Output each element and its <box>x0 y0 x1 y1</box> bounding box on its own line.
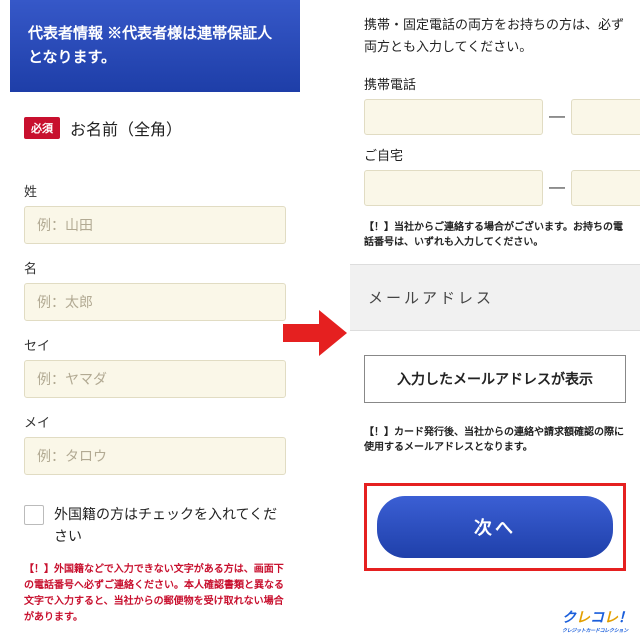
mobile-part2[interactable] <box>571 99 640 135</box>
arrow-right-icon <box>283 308 347 358</box>
section-title-text: お名前（全角） <box>70 116 182 140</box>
email-display-box: 入力したメールアドレスが表示 <box>364 355 626 403</box>
label-meikana: メイ <box>24 412 286 431</box>
email-section-header: メールアドレス <box>350 264 640 331</box>
dash-icon: — <box>549 108 565 126</box>
next-button[interactable]: 次へ <box>377 496 613 558</box>
mobile-phone-row: — — <box>350 99 640 135</box>
label-sei: 姓 <box>24 181 286 200</box>
mobile-label: 携帯電話 <box>350 64 640 99</box>
phone-note: 携帯・固定電話の両方をお持ちの方は、必ず両方とも入力してください。 <box>350 0 640 64</box>
next-button-highlight: 次へ <box>364 483 626 571</box>
dash-icon: — <box>549 179 565 197</box>
home-label: ご自宅 <box>350 135 640 170</box>
email-warning: 【！】カード発行後、当社からの連絡や請求額確認の際に使用するメールアドレスとなり… <box>350 411 640 469</box>
foreign-checkbox-label: 外国籍の方はチェックを入れてください <box>54 503 286 548</box>
logo-sub: クレジットカードコレクション <box>562 627 632 634</box>
panel-header: 代表者情報 ※代表者様は連帯保証人となります。 <box>10 0 300 92</box>
input-sei[interactable] <box>24 206 286 244</box>
mobile-part1[interactable] <box>364 99 543 135</box>
foreign-warning: 【！】外国籍などで入力できない文字がある方は、画面下の電話番号へ必ずご連絡くださ… <box>10 556 300 640</box>
home-phone-row: — — <box>350 170 640 206</box>
phone-warning: 【！】当社からご連絡する場合がございます。お持ちの電話番号は、いずれも入力してく… <box>350 206 640 264</box>
foreign-checkbox[interactable] <box>24 505 44 525</box>
right-panel: 携帯・固定電話の両方をお持ちの方は、必ず両方とも入力してください。 携帯電話 —… <box>350 0 640 640</box>
label-mei: 名 <box>24 258 286 277</box>
left-panel: 代表者情報 ※代表者様は連帯保証人となります。 必須 お名前（全角） 姓 名 セ… <box>10 0 300 640</box>
required-badge: 必須 <box>24 117 60 139</box>
site-logo: クレコレ！ クレジットカードコレクション <box>562 607 632 634</box>
input-mei[interactable] <box>24 283 286 321</box>
home-part1[interactable] <box>364 170 543 206</box>
label-seikana: セイ <box>24 335 286 354</box>
name-section-title: 必須 お名前（全角） <box>10 92 300 159</box>
home-part2[interactable] <box>571 170 640 206</box>
input-meikana[interactable] <box>24 437 286 475</box>
input-seikana[interactable] <box>24 360 286 398</box>
logo-main: クレコレ！ <box>562 607 632 627</box>
foreign-checkbox-row[interactable]: 外国籍の方はチェックを入れてください <box>10 487 300 556</box>
